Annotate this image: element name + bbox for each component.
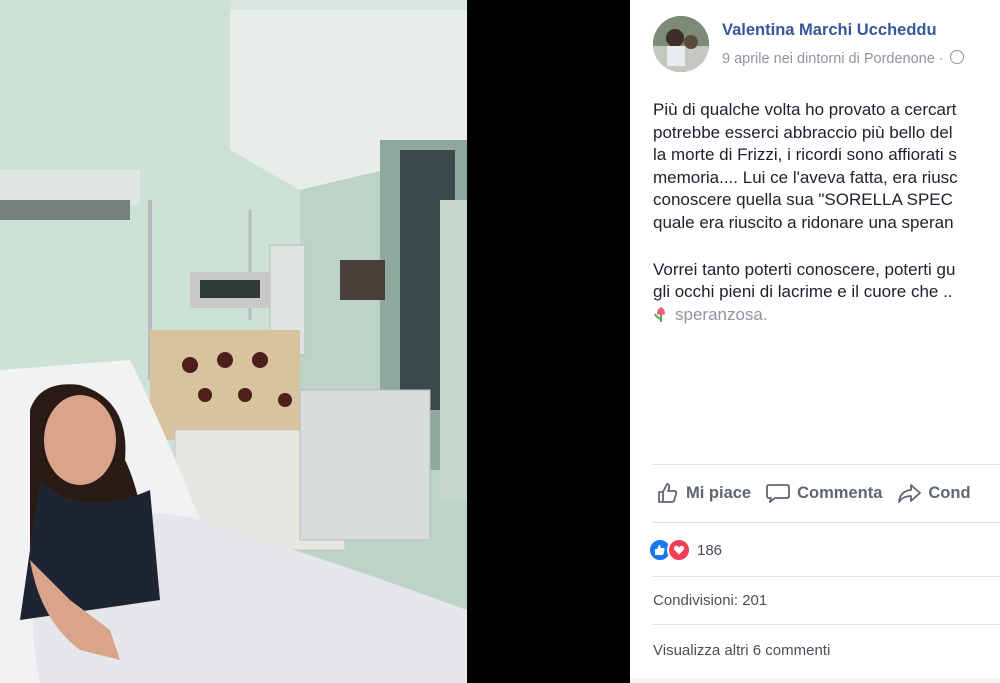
view-more-comments-link[interactable]: Visualizza altri 6 commenti bbox=[653, 642, 830, 659]
post-meta: 9 aprile nei dintorni di Pordenone · bbox=[722, 50, 964, 67]
comment-icon bbox=[766, 484, 791, 503]
post-feeling-text: speranzosa. bbox=[675, 304, 768, 324]
reactions-summary[interactable]: 186 bbox=[648, 538, 722, 562]
post-photo[interactable] bbox=[0, 0, 467, 683]
post-body-line: Più di qualche volta ho provato a cercar… bbox=[653, 100, 957, 119]
hospital-photo-illustration bbox=[0, 0, 467, 683]
like-button[interactable]: Mi piace bbox=[656, 481, 751, 505]
shares-count[interactable]: Condivisioni: 201 bbox=[653, 592, 767, 609]
tulip-icon bbox=[653, 305, 669, 330]
post-body: Più di qualche volta ho provato a cercar… bbox=[653, 99, 1000, 329]
post-body-line: memoria.... Lui ce l'aveva fatta, era ri… bbox=[653, 167, 958, 187]
avatar[interactable] bbox=[653, 16, 709, 72]
divider bbox=[653, 522, 1000, 523]
reactions-count: 186 bbox=[697, 541, 723, 559]
post-body-line: Vorrei tanto poterti conoscere, poterti … bbox=[653, 259, 956, 279]
divider bbox=[653, 624, 1000, 625]
post-body-line: gli occhi pieni di lacrime e il cuore ch… bbox=[653, 282, 953, 302]
comment-button-label: Commenta bbox=[797, 483, 883, 502]
share-button[interactable]: Cond bbox=[896, 481, 971, 505]
photo-viewer-background bbox=[467, 0, 630, 683]
post-feeling: speranzosa. bbox=[653, 304, 1000, 330]
divider bbox=[653, 464, 1000, 465]
love-reaction-icon bbox=[667, 538, 691, 562]
thumbs-up-icon bbox=[658, 483, 678, 503]
profile-photo-icon bbox=[653, 16, 709, 72]
post-panel: Valentina Marchi Uccheddu 9 aprile nei d… bbox=[630, 0, 1000, 683]
comment-button[interactable]: Commenta bbox=[765, 481, 882, 505]
share-arrow-icon bbox=[898, 484, 922, 503]
post-actions-bar: Mi piace Commenta Cond bbox=[656, 480, 985, 506]
share-button-label: Cond bbox=[928, 483, 971, 502]
post-author-name[interactable]: Valentina Marchi Uccheddu bbox=[722, 21, 937, 40]
post-date-location[interactable]: 9 aprile nei dintorni di Pordenone · bbox=[722, 51, 944, 67]
post-body-line: quale era riuscito a ridonare una speran bbox=[653, 212, 954, 232]
like-button-label: Mi piace bbox=[686, 483, 752, 502]
post-body-line: potrebbe esserci abbraccio più bello del bbox=[653, 122, 953, 142]
post-body-line: la morte di Frizzi, i ricordi sono affio… bbox=[653, 145, 957, 165]
divider bbox=[653, 576, 1000, 577]
comments-area-edge bbox=[630, 678, 1000, 683]
globe-icon bbox=[949, 50, 964, 64]
post-body-line: conoscere quella sua "SORELLA SPEC bbox=[653, 190, 953, 210]
